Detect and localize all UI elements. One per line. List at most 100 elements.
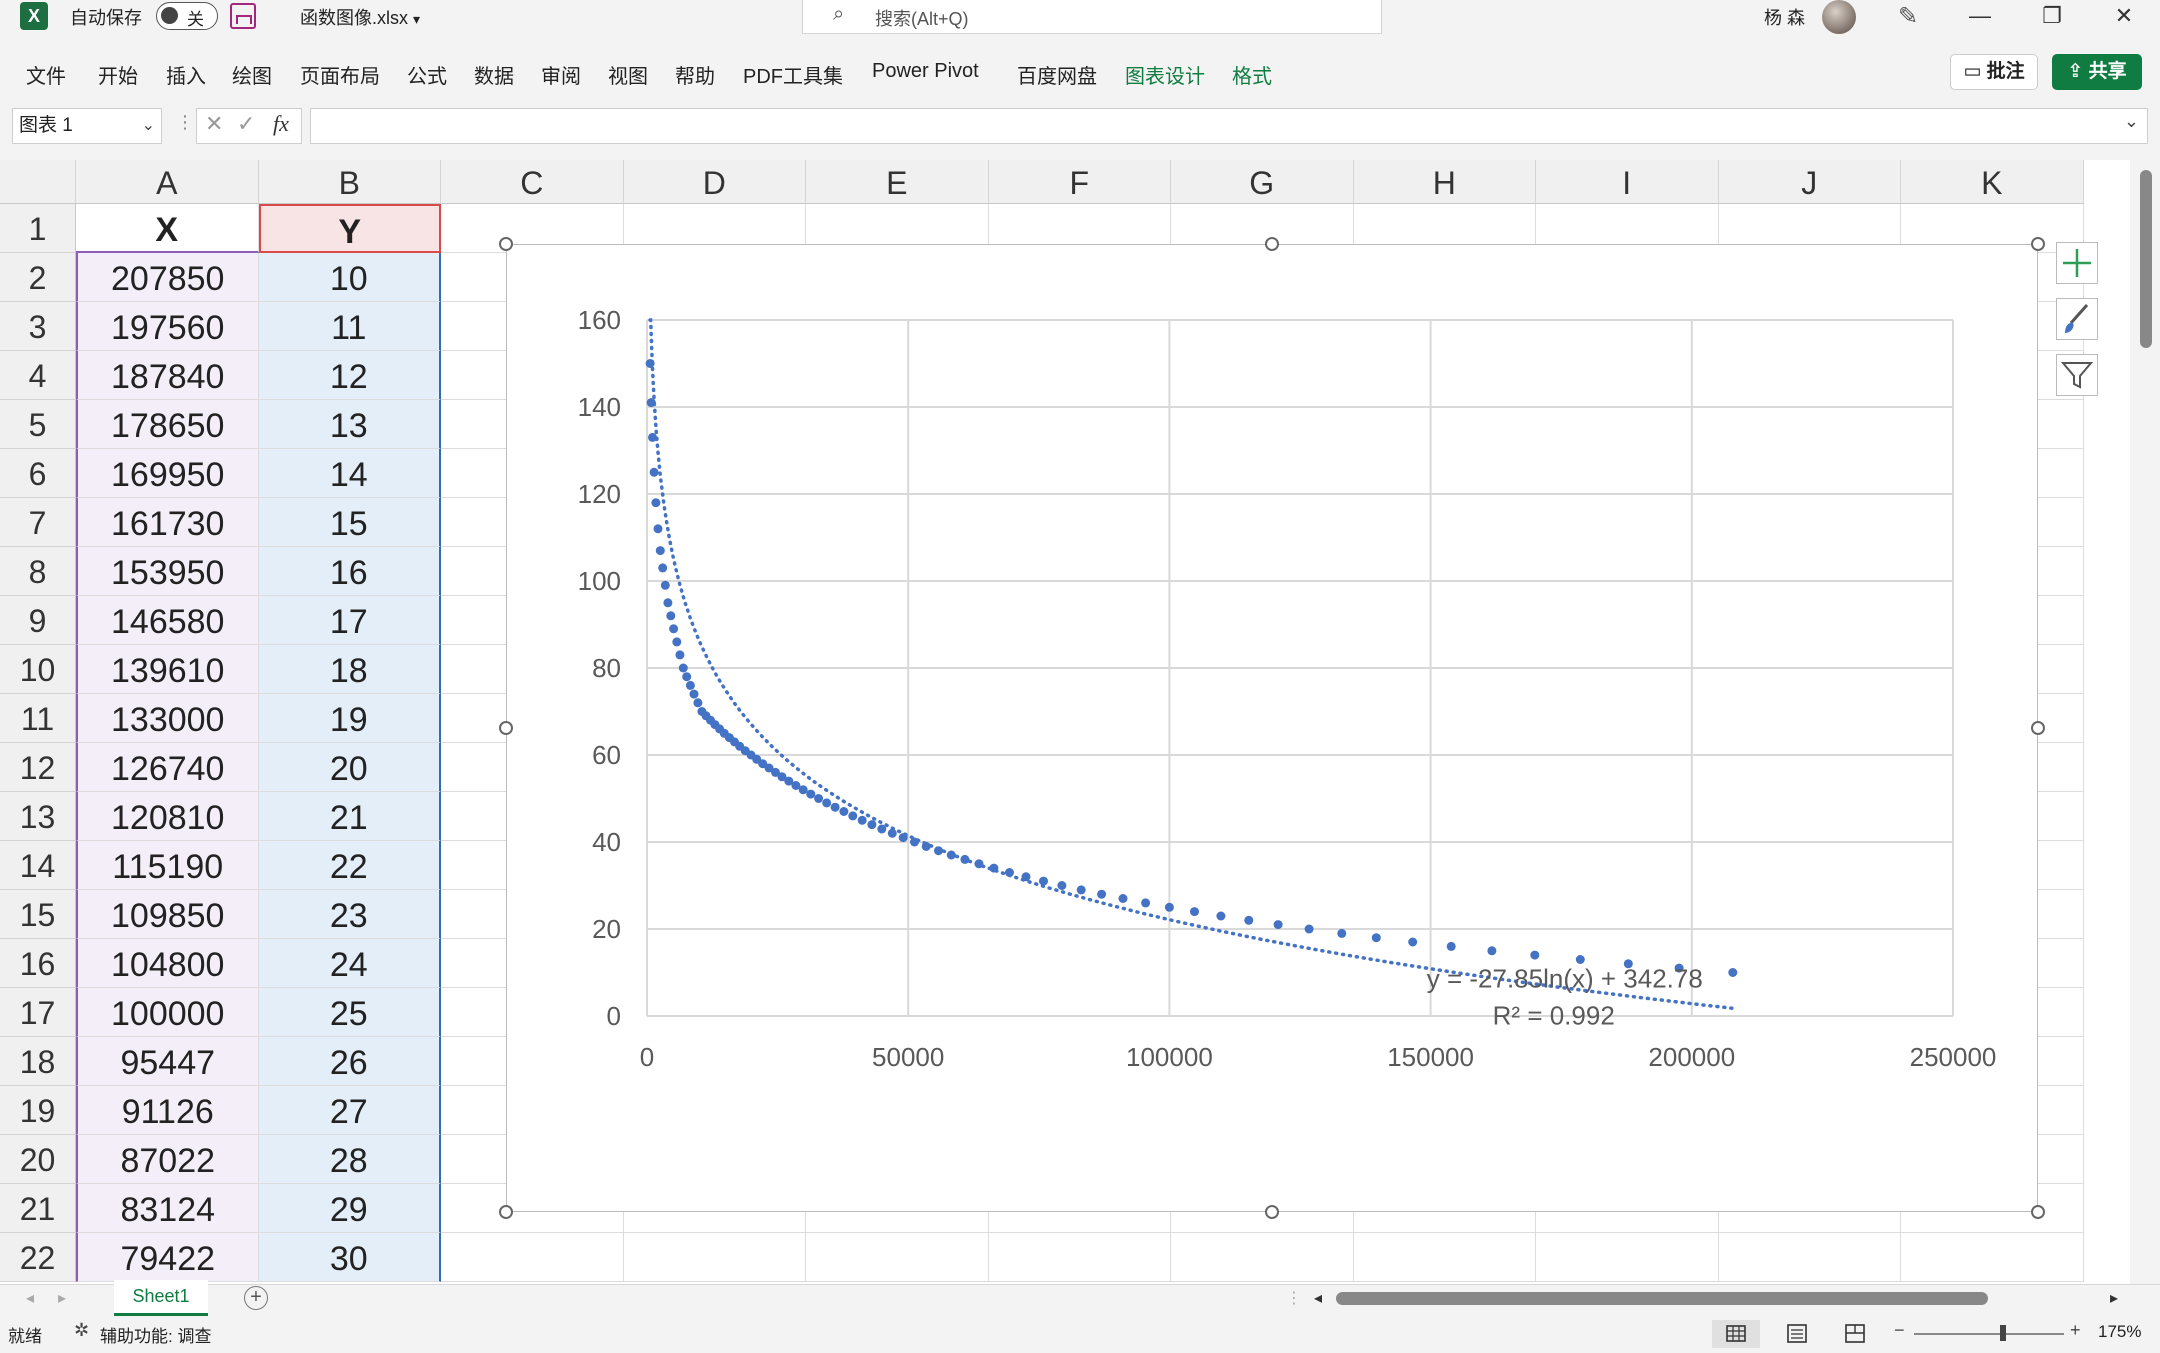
table-cell[interactable]: 109850 xyxy=(76,890,259,939)
fx-icon[interactable]: fx xyxy=(273,111,289,137)
row-header[interactable]: 19 xyxy=(0,1086,76,1135)
add-sheet-button[interactable]: + xyxy=(244,1286,268,1310)
table-cell[interactable]: 133000 xyxy=(76,694,259,743)
menu-draw[interactable]: 绘图 xyxy=(232,60,272,89)
table-cell[interactable]: 126740 xyxy=(76,743,259,792)
table-cell[interactable]: 91126 xyxy=(76,1086,259,1135)
table-cell[interactable]: 83124 xyxy=(76,1184,259,1233)
share-button[interactable]: ⇪ 共享 xyxy=(2052,54,2142,90)
save-icon[interactable] xyxy=(230,3,256,29)
table-cell[interactable]: 197560 xyxy=(76,302,259,351)
accessibility-icon[interactable]: ✲ xyxy=(74,1320,89,1341)
table-cell[interactable]: 22 xyxy=(258,841,441,890)
row-header[interactable]: 22 xyxy=(0,1233,76,1282)
name-box[interactable]: 图表 1 ⌄ xyxy=(12,108,162,144)
menu-file[interactable]: 文件 xyxy=(26,60,66,89)
table-cell[interactable]: 18 xyxy=(258,645,441,694)
row-header[interactable]: 5 xyxy=(0,400,76,449)
resize-handle[interactable] xyxy=(1265,237,1279,251)
menu-home[interactable]: 开始 xyxy=(98,60,138,89)
table-cell[interactable]: 26 xyxy=(258,1037,441,1086)
table-cell[interactable]: 115190 xyxy=(76,841,259,890)
menu-insert[interactable]: 插入 xyxy=(166,60,206,89)
table-cell[interactable]: 161730 xyxy=(76,498,259,547)
row-header[interactable]: 10 xyxy=(0,645,76,694)
page-layout-view-button[interactable] xyxy=(1780,1320,1814,1348)
cancel-icon[interactable]: ✕ xyxy=(205,111,223,137)
autosave-toggle[interactable]: 关 xyxy=(156,2,218,30)
menu-power-pivot[interactable]: Power Pivot xyxy=(872,60,979,83)
restore-button[interactable]: ❐ xyxy=(2022,0,2082,34)
menu-data[interactable]: 数据 xyxy=(474,60,514,89)
table-cell[interactable]: 14 xyxy=(258,449,441,498)
menu-review[interactable]: 审阅 xyxy=(541,60,581,89)
cell[interactable] xyxy=(806,1233,989,1282)
horizontal-scrollbar[interactable] xyxy=(1336,1292,1988,1305)
table-cell[interactable]: 10 xyxy=(258,253,441,302)
user-name[interactable]: 杨 森 xyxy=(1764,4,1805,30)
split-handle-icon[interactable]: ⋮ xyxy=(1286,1288,1302,1308)
resize-handle[interactable] xyxy=(499,1205,513,1219)
zoom-slider-track[interactable] xyxy=(1914,1333,2064,1335)
zoom-out-button[interactable]: − xyxy=(1894,1320,1905,1341)
table-cell[interactable]: 120810 xyxy=(76,792,259,841)
normal-view-button[interactable] xyxy=(1712,1320,1760,1348)
cell[interactable] xyxy=(1536,1233,1719,1282)
chart-styles-button[interactable] xyxy=(2056,298,2098,340)
table-cell[interactable]: 30 xyxy=(258,1233,441,1282)
table-cell[interactable]: 23 xyxy=(258,890,441,939)
resize-handle[interactable] xyxy=(2031,721,2045,735)
table-cell[interactable]: 15 xyxy=(258,498,441,547)
table-cell[interactable]: 104800 xyxy=(76,939,259,988)
table-cell[interactable]: 100000 xyxy=(76,988,259,1037)
minimize-button[interactable]: — xyxy=(1950,0,2010,34)
table-cell[interactable]: 146580 xyxy=(76,596,259,645)
table-cell[interactable]: 11 xyxy=(258,302,441,351)
row-header[interactable]: 21 xyxy=(0,1184,76,1233)
prev-sheet-icon[interactable]: ◂ xyxy=(26,1288,34,1308)
menu-baidu-disk[interactable]: 百度网盘 xyxy=(1017,60,1097,89)
column-header[interactable]: F xyxy=(988,160,1171,204)
cell[interactable] xyxy=(623,1233,806,1282)
column-header[interactable]: G xyxy=(1171,160,1354,204)
chart-elements-button[interactable] xyxy=(2056,242,2098,284)
row-header[interactable]: 18 xyxy=(0,1037,76,1086)
table-cell[interactable]: 28 xyxy=(258,1135,441,1184)
page-break-view-button[interactable] xyxy=(1838,1320,1872,1348)
table-cell[interactable]: 79422 xyxy=(76,1233,259,1282)
table-cell[interactable]: 29 xyxy=(258,1184,441,1233)
cell[interactable] xyxy=(988,1233,1171,1282)
column-header[interactable]: J xyxy=(1718,160,1901,204)
table-cell[interactable]: 95447 xyxy=(76,1037,259,1086)
menu-view[interactable]: 视图 xyxy=(608,60,648,89)
row-header[interactable]: 3 xyxy=(0,302,76,351)
comment-button[interactable]: ▭ 批注 xyxy=(1950,54,2038,90)
search-box[interactable]: ⌕ 搜索(Alt+Q) xyxy=(802,0,1382,34)
row-header[interactable]: 14 xyxy=(0,841,76,890)
menu-chart-design[interactable]: 图表设计 xyxy=(1125,60,1205,89)
scroll-right-icon[interactable]: ▸ xyxy=(2110,1288,2118,1308)
column-header[interactable]: D xyxy=(623,160,806,204)
zoom-level[interactable]: 175% xyxy=(2098,1322,2141,1342)
table-cell[interactable]: 21 xyxy=(258,792,441,841)
column-header[interactable]: C xyxy=(441,160,624,204)
menu-formulas[interactable]: 公式 xyxy=(407,60,447,89)
row-header[interactable]: 11 xyxy=(0,694,76,743)
row-header[interactable]: 20 xyxy=(0,1135,76,1184)
table-cell[interactable]: 169950 xyxy=(76,449,259,498)
table-cell[interactable]: 13 xyxy=(258,400,441,449)
chart-filters-button[interactable] xyxy=(2056,354,2098,396)
menu-format[interactable]: 格式 xyxy=(1232,60,1272,89)
cell[interactable] xyxy=(441,1233,624,1282)
next-sheet-icon[interactable]: ▸ xyxy=(58,1288,66,1308)
header-cell[interactable]: X xyxy=(76,204,259,253)
menu-page-layout[interactable]: 页面布局 xyxy=(300,60,380,89)
table-cell[interactable]: 12 xyxy=(258,351,441,400)
row-header[interactable]: 7 xyxy=(0,498,76,547)
row-header[interactable]: 9 xyxy=(0,596,76,645)
row-header[interactable]: 15 xyxy=(0,890,76,939)
table-cell[interactable]: 19 xyxy=(258,694,441,743)
cell[interactable] xyxy=(1353,1233,1536,1282)
row-header[interactable]: 1 xyxy=(0,204,76,253)
resize-handle[interactable] xyxy=(2031,237,2045,251)
